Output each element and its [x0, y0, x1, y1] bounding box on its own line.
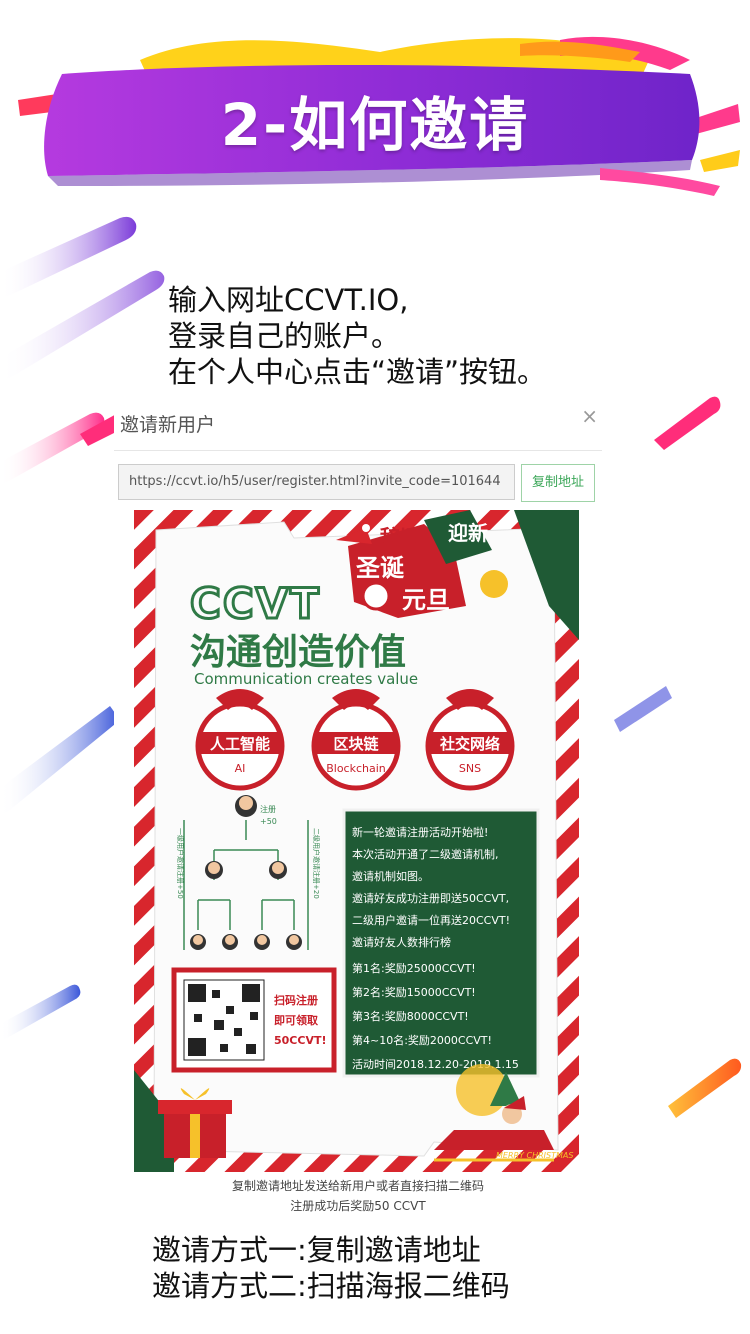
- badge-en: AI: [235, 762, 246, 775]
- qr-text: 50CCVT!: [274, 1034, 327, 1047]
- intro-line: 在个人中心点击“邀请”按钮。: [168, 355, 547, 389]
- badge-cn: 人工智能: [210, 735, 270, 753]
- poster-slogan-en: Communication creates value: [194, 670, 418, 688]
- tree-side-right: 二级用户邀请注册+20: [312, 828, 321, 899]
- invite-poster: 辞旧 迎新 圣诞 元旦 CCVT 沟通创造价值 Communication cr…: [134, 510, 579, 1172]
- info-line: 第2名:奖励15000CCVT!: [352, 985, 476, 999]
- badge-cn: 社交网络: [439, 735, 500, 753]
- info-line: 本次活动开通了二级邀请机制,: [352, 847, 499, 861]
- holiday-text: 迎新: [448, 521, 488, 545]
- tree-register-label: 注册: [260, 804, 276, 814]
- close-icon[interactable]: ×: [581, 404, 598, 428]
- copy-address-button[interactable]: 复制地址: [521, 464, 595, 502]
- info-line: 邀请好友人数排行榜: [352, 935, 451, 949]
- qr-text: 即可领取: [274, 1013, 318, 1027]
- qr-code-block: 扫码注册 即可领取 50CCVT!: [171, 967, 337, 1073]
- invite-caption: 复制邀请地址发送给新用户或者直接扫描二维码 注册成功后奖励50 CCVT: [114, 1176, 602, 1216]
- poster-slogan: 沟通创造价值: [190, 632, 406, 673]
- event-info-panel: 新一轮邀请注册活动开始啦! 本次活动开通了二级邀请机制, 邀请机制如图。 邀请好…: [342, 808, 540, 1078]
- invite-methods: 邀请方式一:复制邀请地址 邀请方式二:扫描海报二维码: [152, 1232, 510, 1304]
- badge-cn: 区块链: [333, 735, 379, 753]
- caption-line: 复制邀请地址发送给新用户或者直接扫描二维码: [231, 1179, 484, 1193]
- invite-method-line: 邀请方式二:扫描海报二维码: [152, 1269, 510, 1303]
- invite-url-field[interactable]: https://ccvt.io/h5/user/register.html?in…: [118, 464, 515, 500]
- badge-en: SNS: [459, 762, 481, 775]
- holiday-text: 元旦: [402, 586, 450, 614]
- info-line: 邀请好友成功注册即送50CCVT,: [352, 891, 509, 905]
- intro-line: 登录自己的账户。: [168, 319, 401, 353]
- badge-en: Blockchain: [326, 762, 386, 775]
- info-line: 第4~10名:奖励2000CCVT!: [352, 1033, 492, 1047]
- tree-reward-label: +50: [260, 817, 277, 826]
- info-line: 二级用户邀请一位再送20CCVT!: [352, 913, 510, 927]
- holiday-text: 圣诞: [356, 554, 405, 582]
- info-line: 第1名:奖励25000CCVT!: [352, 961, 476, 975]
- tree-side-left: 一级用户邀请注册+50: [176, 828, 185, 899]
- caption-line: 注册成功后奖励50 CCVT: [290, 1199, 426, 1213]
- merry-christmas-text: MERRY CHRISTMAS: [496, 1151, 573, 1160]
- invite-dialog: 邀请新用户 × https://ccvt.io/h5/user/register…: [114, 400, 606, 1220]
- page-title: 2-如何邀请: [220, 91, 530, 159]
- info-line: 新一轮邀请注册活动开始啦!: [352, 825, 488, 839]
- holiday-text: 辞旧: [380, 525, 420, 549]
- divider: [114, 450, 602, 451]
- intro-instructions: 输入网址CCVT.IO, 登录自己的账户。 在个人中心点击“邀请”按钮。: [168, 282, 728, 390]
- qr-code-icon: [188, 984, 206, 1002]
- info-line: 邀请机制如图。: [352, 869, 429, 883]
- ccvt-logo: CCVT: [190, 579, 321, 628]
- intro-line: 输入网址CCVT.IO,: [168, 283, 409, 317]
- dialog-title: 邀请新用户: [120, 414, 216, 436]
- invite-method-line: 邀请方式一:复制邀请地址: [152, 1233, 481, 1267]
- qr-text: 扫码注册: [274, 993, 318, 1007]
- info-line: 第3名:奖励8000CCVT!: [352, 1009, 469, 1023]
